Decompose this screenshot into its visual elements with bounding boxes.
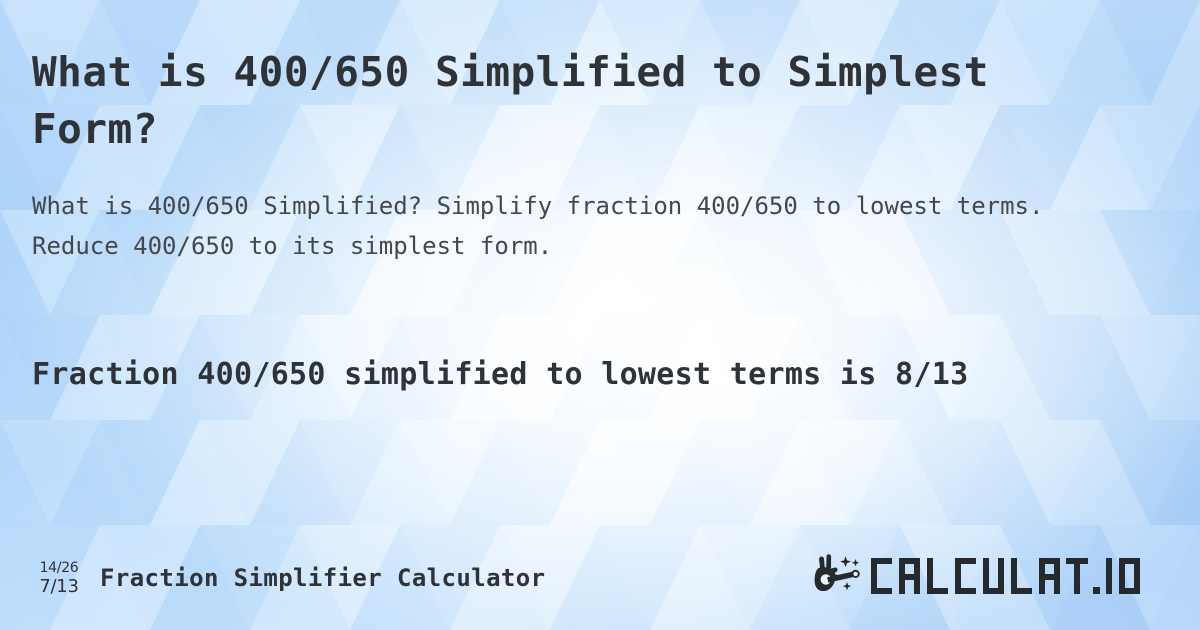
footer: 14/26 7/13 Fraction Simplifier Calculato… [0,550,1200,606]
brand-logo[interactable] [814,553,1168,603]
page-description: What is 400/650 Simplified? Simplify fra… [32,192,1044,260]
poster-content: What is 400/650 Simplified to Simplest F… [0,0,1200,630]
magic-wand-hand-icon [814,553,866,603]
footer-branding: 14/26 7/13 Fraction Simplifier Calculato… [32,561,545,596]
page-title: What is 400/650 Simplified to Simplest F… [32,48,989,153]
brand-wordmark [868,554,1168,602]
result-statement: Fraction 400/650 simplified to lowest te… [32,357,969,392]
site-title: Fraction Simplifier Calculator [100,564,546,592]
fraction-reduce-icon-numerator-fraction: 14/26 [39,559,79,576]
fraction-reduce-icon: 14/26 7/13 [32,561,86,596]
poster-card: What is 400/650 Simplified to Simplest F… [0,0,1200,630]
fraction-reduce-icon-reduced-fraction: 7/13 [39,575,79,597]
